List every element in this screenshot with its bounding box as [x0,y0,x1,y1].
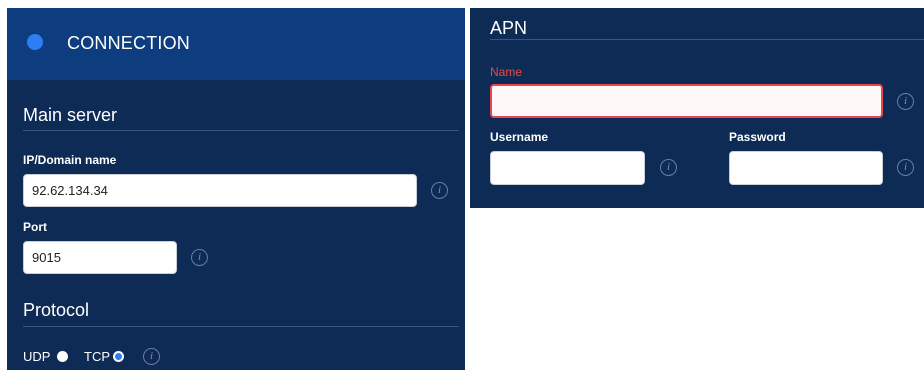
apn-name-input[interactable] [490,84,883,118]
port-info-icon[interactable]: i [191,249,208,266]
connection-panel: CONNECTION Main server IP/Domain name i … [7,8,465,370]
port-label: Port [23,220,47,234]
password-info-icon[interactable]: i [897,159,914,176]
protocol-divider [23,326,459,327]
username-label: Username [490,130,549,144]
connection-title: CONNECTION [67,33,190,53]
password-input[interactable] [729,151,883,185]
main-server-title: Main server [23,105,118,125]
port-input[interactable] [23,241,177,274]
connection-header: CONNECTION [7,8,465,80]
protocol-info-icon[interactable]: i [143,348,160,365]
ip-domain-input[interactable] [23,174,417,207]
apn-name-label: Name [490,65,523,79]
ip-info-icon[interactable]: i [431,182,448,199]
apn-name-info-icon[interactable]: i [897,93,914,110]
tcp-label: TCP [84,349,110,364]
status-dot-icon [27,34,43,50]
apn-title: APN [490,18,528,38]
ip-domain-label: IP/Domain name [23,153,117,167]
password-label: Password [729,130,786,144]
protocol-title: Protocol [23,300,90,320]
main-server-divider [23,130,459,131]
tcp-radio[interactable] [113,351,124,362]
udp-radio[interactable] [57,351,68,362]
apn-divider [490,39,924,40]
udp-label: UDP [23,349,51,364]
username-info-icon[interactable]: i [660,159,677,176]
username-input[interactable] [490,151,645,185]
apn-panel: APN Name i Username i Password i [470,8,924,208]
